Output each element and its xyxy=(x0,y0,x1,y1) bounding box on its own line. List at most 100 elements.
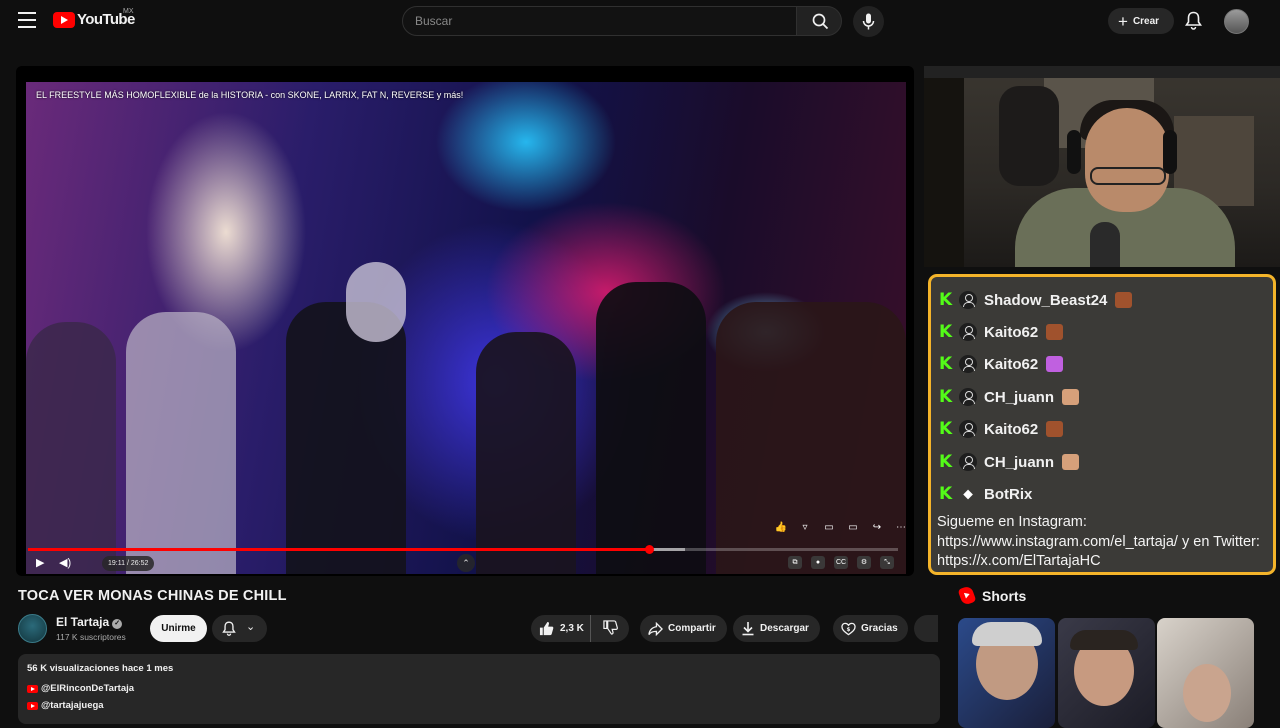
chat-message: K ⬥ BotRix xyxy=(939,483,1032,505)
chat-username[interactable]: Kaito62 xyxy=(984,356,1038,373)
notifications-button[interactable] xyxy=(1185,11,1202,35)
emote-icon xyxy=(1046,356,1064,372)
streamer-microphone xyxy=(1090,222,1120,267)
user-icon xyxy=(959,388,977,406)
kick-icon: K xyxy=(939,483,953,504)
search-button[interactable] xyxy=(796,6,842,36)
top-bar: YouTube MX + Crear xyxy=(0,0,1280,42)
overlay-more-icon[interactable]: ⋯ xyxy=(894,522,908,534)
dislike-icon xyxy=(603,619,618,635)
short-thumbnail[interactable] xyxy=(958,618,1055,728)
overlay-dislike-icon[interactable]: ▿ xyxy=(798,522,812,534)
emote-icon xyxy=(1115,292,1133,308)
view-count-date: 56 K visualizaciones hace 1 mes xyxy=(27,663,174,674)
emote-icon xyxy=(1046,324,1064,340)
chat-message: K Kaito62 xyxy=(939,353,1064,375)
chat-message: K Kaito62 xyxy=(939,321,1064,343)
description-box[interactable]: 56 K visualizaciones hace 1 mes @ElRinco… xyxy=(18,654,940,724)
chat-message: K CH_juann xyxy=(939,386,1080,408)
region-code: MX xyxy=(123,8,134,15)
user-icon xyxy=(959,420,977,438)
chevron-down-icon: ⌄ xyxy=(246,621,256,633)
chat-username[interactable]: CH_juann xyxy=(984,454,1054,471)
volume-icon[interactable]: ◀) xyxy=(59,554,71,572)
emote-icon xyxy=(1062,389,1080,405)
shorts-icon xyxy=(957,585,977,606)
verified-icon: ✓ xyxy=(112,619,123,629)
search-icon xyxy=(812,13,829,30)
youtube-logo-icon xyxy=(53,11,75,28)
chat-message: K Shadow_Beast24 xyxy=(939,289,1133,311)
description-link[interactable]: @tartajajuega xyxy=(27,700,104,711)
user-icon xyxy=(959,291,977,309)
overlay-comment-icon[interactable]: ▭ xyxy=(822,522,836,534)
chat-username[interactable]: Kaito62 xyxy=(984,324,1038,341)
more-actions-button[interactable] xyxy=(914,615,938,642)
video-player[interactable]: EL FREESTYLE MÁS HOMOFLEXIBLE de la HIST… xyxy=(16,66,914,576)
overlay-share-icon[interactable]: ↪ xyxy=(870,522,884,534)
account-avatar[interactable] xyxy=(1224,9,1249,34)
share-icon xyxy=(648,621,663,636)
short-thumbnail[interactable] xyxy=(1157,618,1254,728)
chat-message: K Kaito62 xyxy=(939,418,1064,440)
chat-username[interactable]: BotRix xyxy=(984,486,1032,503)
emote-icon xyxy=(1046,421,1064,437)
link-text[interactable]: @ElRinconDeTartaja xyxy=(41,683,134,694)
share-label: Compartir xyxy=(668,623,716,634)
headphone-left xyxy=(1067,130,1081,174)
chat-overlay: K Shadow_Beast24 K Kaito62 K Kaito62 K CH_juann… xyxy=(928,274,1276,575)
bell-icon xyxy=(222,621,236,636)
bell-icon xyxy=(1185,11,1202,30)
channel-name-row[interactable]: El Tartaja ✓ xyxy=(56,615,123,629)
channel-avatar[interactable] xyxy=(18,614,47,643)
play-icon[interactable]: ▶ xyxy=(36,554,44,572)
player-controls: ▶ ◀) 19:11 / 26:52 ⌃ ⧉ ● CC ⚙ ⤡ xyxy=(26,554,904,572)
like-button[interactable]: 2,3 K xyxy=(531,615,591,642)
thanks-button[interactable]: $ Gracias xyxy=(833,615,908,642)
short-thumbnail[interactable] xyxy=(1058,618,1155,728)
overlay-actions: 👍 ▿ ▭ ▭ ↪ ⋯ xyxy=(774,522,908,534)
video-frame-image xyxy=(26,82,906,574)
streamer-glasses xyxy=(1090,167,1166,185)
emote-icon xyxy=(1062,454,1080,470)
link-text[interactable]: @tartajajuega xyxy=(41,700,104,711)
youtube-mini-icon xyxy=(27,684,38,693)
kick-icon: K xyxy=(939,353,953,374)
kick-icon: K xyxy=(939,418,953,439)
chat-username[interactable]: Kaito62 xyxy=(984,421,1038,438)
search-input[interactable] xyxy=(403,7,796,35)
youtube-mini-icon xyxy=(27,701,38,710)
settings-icon[interactable]: ⚙ xyxy=(857,556,871,569)
progress-buffered xyxy=(649,548,685,551)
chevron-up-icon[interactable]: ⌃ xyxy=(457,554,475,572)
download-button[interactable]: Descargar xyxy=(733,615,820,642)
create-button[interactable]: + Crear xyxy=(1108,8,1174,34)
chat-username[interactable]: Shadow_Beast24 xyxy=(984,292,1107,309)
streamer-face xyxy=(1085,108,1169,212)
autoplay-icon[interactable]: ● xyxy=(811,556,825,569)
overlay-like-icon[interactable]: 👍 xyxy=(774,522,788,534)
user-icon xyxy=(959,453,977,471)
voice-search-button[interactable] xyxy=(853,6,884,37)
progress-bar[interactable] xyxy=(28,545,898,554)
chat-username[interactable]: CH_juann xyxy=(984,389,1054,406)
join-button[interactable]: Unirme xyxy=(150,615,207,642)
bot-message: Sigueme en Instagram: https://www.instag… xyxy=(937,514,1260,569)
player-right-controls: ⧉ ● CC ⚙ ⤡ xyxy=(788,556,894,569)
menu-icon[interactable] xyxy=(18,12,36,28)
dislike-button[interactable] xyxy=(591,619,618,638)
share-button[interactable]: Compartir xyxy=(640,615,727,642)
like-count: 2,3 K xyxy=(560,623,584,634)
overlay-chat-icon[interactable]: ▭ xyxy=(846,522,860,534)
fullscreen-icon[interactable]: ⤡ xyxy=(880,556,894,569)
plus-icon: + xyxy=(1118,11,1128,31)
progress-played xyxy=(28,548,650,551)
description-link[interactable]: @ElRinconDeTartaja xyxy=(27,683,134,694)
search-box xyxy=(402,6,797,36)
miniplayer-icon[interactable]: ⧉ xyxy=(788,556,802,569)
subtitles-icon[interactable]: CC xyxy=(834,556,848,569)
bot-icon: ⬥ xyxy=(963,486,973,501)
channel-name[interactable]: El Tartaja xyxy=(56,615,109,629)
user-icon xyxy=(959,355,977,373)
subscription-bell-button[interactable]: ⌄ xyxy=(212,615,267,642)
